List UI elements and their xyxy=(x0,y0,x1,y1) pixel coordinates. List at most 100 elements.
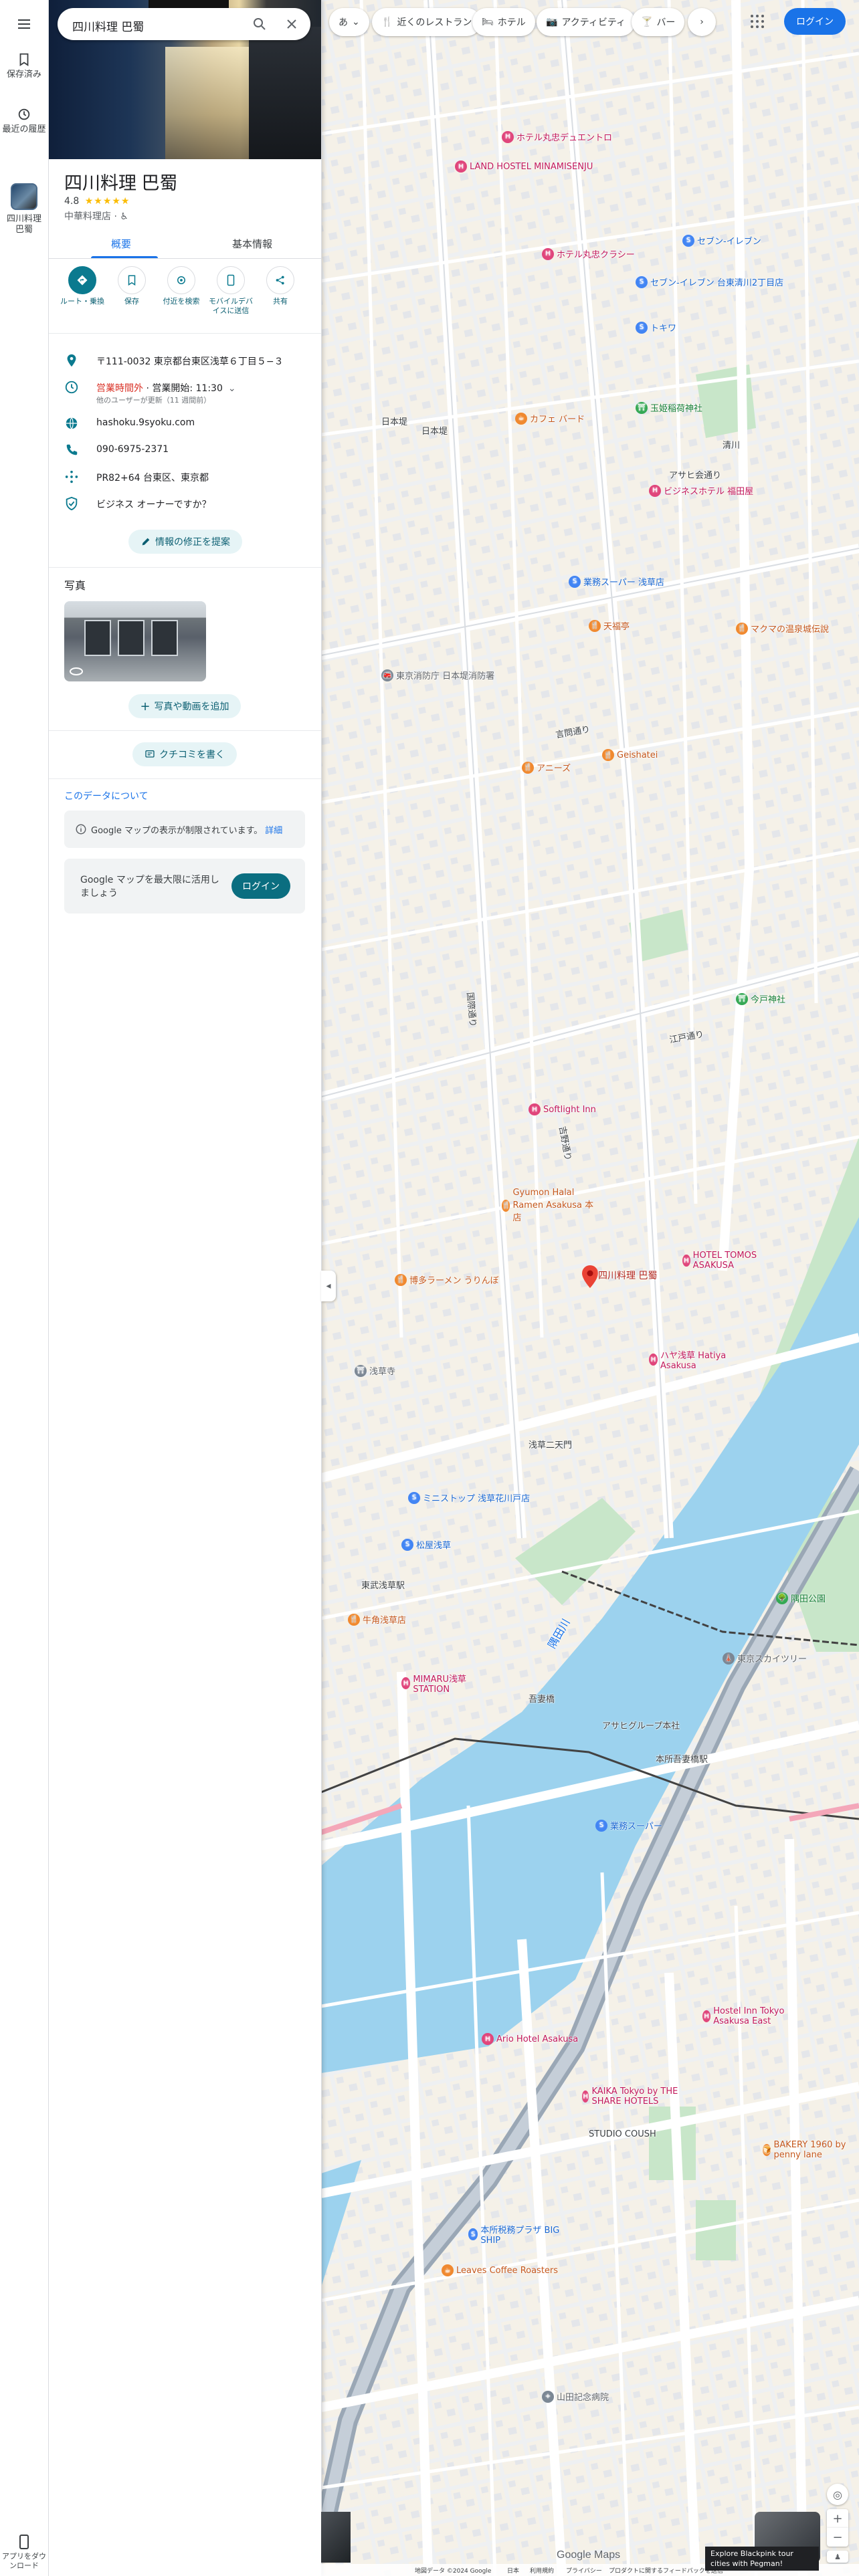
map-poi[interactable]: S 業務スーパー 浅草店 xyxy=(569,575,664,588)
map-poi[interactable]: S トキワ xyxy=(636,321,676,334)
about-data-link[interactable]: このデータについて xyxy=(64,789,149,802)
tab-overview[interactable]: 概要 xyxy=(111,237,131,251)
address-row[interactable]: 〒111-0032 東京都台東区浅草６丁目５−３ xyxy=(48,348,321,374)
map-poi[interactable]: 🍴 Gyumon Halal Ramen Asakusa 本店 xyxy=(502,1188,602,1223)
map-poi[interactable]: S 松屋浅草 xyxy=(401,1538,451,1551)
rating-stars[interactable]: ★★★★★ xyxy=(85,196,130,207)
chevron-down-icon: ⌄ xyxy=(352,17,360,27)
history-icon xyxy=(18,108,30,120)
save-button[interactable]: 保存 xyxy=(107,266,157,306)
selected-place-label[interactable]: 四川料理 巴蜀 xyxy=(598,1269,657,1282)
plus-code-row[interactable]: PR82+64 台東区、東京都 xyxy=(48,464,321,491)
map-poi[interactable]: H ビジネスホテル 福田屋 xyxy=(649,484,753,497)
map-poi[interactable]: S 業務スーパー xyxy=(595,1819,662,1832)
map-poi[interactable]: 🗼 東京スカイツリー xyxy=(723,1652,807,1665)
map-poi[interactable]: 🍴 アニーズ xyxy=(522,761,571,774)
apps-grid-icon[interactable] xyxy=(749,13,765,29)
map-poi[interactable]: 🍴 天福亭 xyxy=(589,619,630,632)
learn-more-link[interactable]: 詳細 xyxy=(265,826,282,836)
zoom-in-button[interactable]: + xyxy=(827,2509,848,2528)
map-poi[interactable]: S セブン-イレブン 台東清川2丁目店 xyxy=(636,276,783,288)
share-button[interactable]: 共有 xyxy=(256,266,305,306)
action-buttons: ルート・乗換 保存 付近を検索 モバイルデバイスに送信 共有 xyxy=(48,266,321,334)
divider xyxy=(48,567,321,568)
write-review-button[interactable]: クチコミを書く xyxy=(132,742,237,766)
layers-button[interactable] xyxy=(321,2512,351,2563)
map-poi[interactable]: H ホテル丸忠デュエントロ xyxy=(502,130,612,143)
map-poi[interactable]: + 山田記念病院 xyxy=(542,2390,609,2403)
map-poi[interactable]: H Hostel Inn Tokyo Asakusa East xyxy=(702,2006,803,2026)
current-place-button[interactable]: 四川料理 巴蜀 xyxy=(0,183,48,235)
hours-row[interactable]: 営業時間外 · 営業開始: 11:30 ⌄ 他のユーザーが更新（11 週間前） xyxy=(48,374,321,409)
map-poi[interactable]: S セブン-イレブン xyxy=(682,234,761,247)
map-poi[interactable]: H KAIKA Tokyo by THE SHARE HOTELS xyxy=(582,2086,682,2107)
map-poi[interactable]: 🍴 博多ラーメン うりんぼ xyxy=(395,1273,499,1286)
map-poi[interactable]: 🍴 牛角浅草店 xyxy=(348,1613,406,1626)
suggest-edit-button[interactable]: 情報の修正を提案 xyxy=(128,530,242,554)
chip-restaurants[interactable]: 🍴 近くのレストラン xyxy=(372,8,482,36)
chip-hotels[interactable]: 🛏 ホテル xyxy=(472,8,535,36)
map-poi[interactable]: H HOTEL TOMOS ASAKUSA xyxy=(682,1251,763,1271)
login-prompt: Google マップを最大限に活用しましょう xyxy=(80,875,219,899)
map-poi[interactable]: S 本所税務プラザ BIG SHIP xyxy=(468,2223,562,2246)
map-poi[interactable]: 🍞 BAKERY 1960 by penny lane xyxy=(763,2140,856,2160)
map-poi[interactable]: H LAND HOSTEL MINAMISENJU xyxy=(455,160,593,173)
collapse-panel-button[interactable]: ◂ xyxy=(321,1271,336,1301)
chip-bars[interactable]: 🍸 バー xyxy=(632,8,685,36)
recent-button[interactable]: 最近の履歴 xyxy=(0,107,48,135)
app-download-button[interactable]: アプリをダウンロード xyxy=(0,2535,48,2571)
map-poi[interactable]: H ホテル丸忠クラシー xyxy=(542,247,635,260)
search-icon[interactable] xyxy=(252,16,268,32)
chevron-down-icon[interactable]: ⌄ xyxy=(228,383,236,394)
chip-language[interactable]: あ ⌄ xyxy=(329,8,369,36)
phone-row[interactable]: 090-6975-2371 xyxy=(48,437,321,464)
website-row[interactable]: hashoku.9syoku.com xyxy=(48,411,321,437)
map-graphics xyxy=(321,0,859,2576)
top-login-button[interactable]: ログイン xyxy=(784,8,846,35)
add-photos-button[interactable]: + 写真や動画を追加 xyxy=(128,694,241,718)
map-poi[interactable]: H ハヤ浅草 Hatiya Asakusa xyxy=(649,1348,736,1371)
map-poi[interactable]: S ミニストップ 浅草花川戸店 xyxy=(408,1491,530,1504)
map-poi[interactable]: ☕ Leaves Coffee Roasters xyxy=(442,2264,558,2276)
map-poi[interactable]: 🍴 マクマの温泉城伝說 xyxy=(736,622,829,635)
globe-icon xyxy=(66,417,78,429)
map-poi[interactable]: ⛩ 玉姫稲荷神社 xyxy=(636,401,702,414)
chips-next-button[interactable]: › xyxy=(688,8,716,36)
search-input[interactable]: 四川料理 巴蜀 xyxy=(72,17,144,34)
selected-place-pin[interactable] xyxy=(582,1265,598,1288)
map-poi[interactable]: H MIMARU浅草 STATION xyxy=(401,1672,482,1695)
saved-label: 保存済み xyxy=(6,70,41,80)
nearby-button[interactable]: 付近を検索 xyxy=(157,266,206,306)
map-poi[interactable]: ⛩ 今戸神社 xyxy=(736,992,785,1005)
send-to-phone-button[interactable]: モバイルデバイスに送信 xyxy=(206,266,256,316)
search-box[interactable]: 四川料理 巴蜀 xyxy=(58,8,310,40)
terms-link[interactable]: 利用規約 xyxy=(530,2566,554,2575)
privacy-link[interactable]: プライバシー xyxy=(566,2566,602,2575)
map-poi[interactable]: ☕ カフェ バード xyxy=(515,412,585,425)
directions-button[interactable]: ルート・乗換 xyxy=(58,266,107,306)
category-label[interactable]: 中華料理店 · xyxy=(64,211,120,222)
map-poi[interactable]: 🌳 隅田公園 xyxy=(776,1592,826,1604)
divider xyxy=(48,778,321,779)
map-poi[interactable]: 🍴 Geishatei xyxy=(602,749,658,761)
pegman-button[interactable]: ♟ xyxy=(827,2551,848,2563)
panel-login-button[interactable]: ログイン xyxy=(231,873,290,899)
tab-info[interactable]: 基本情報 xyxy=(232,237,272,251)
map-poi[interactable]: H Ario Hotel Asakusa xyxy=(482,2033,578,2045)
photo-thumbnail[interactable] xyxy=(64,601,206,681)
map-canvas[interactable]: 言問通り 江戸通り 吉野通り 国際通り 日本堤 H ホテル丸忠デュエントロ H LA… xyxy=(321,0,859,2576)
my-location-button[interactable]: ◎ xyxy=(827,2484,848,2505)
zoom-out-button[interactable]: − xyxy=(827,2528,848,2547)
chip-activities[interactable]: 📷 アクティビティ xyxy=(537,8,636,36)
saved-button[interactable]: 保存済み xyxy=(0,52,48,80)
map-poi[interactable]: H Softlight Inn xyxy=(529,1103,596,1115)
menu-button[interactable] xyxy=(0,16,48,35)
map-poi[interactable]: 🚒 東京消防庁 日本堤消防署 xyxy=(381,669,494,681)
map-poi[interactable]: ⛩ 浅草寺 xyxy=(355,1364,395,1377)
nearby-icon xyxy=(177,276,185,284)
pegman-promo[interactable]: Explore Blackpink tour cities with Pegma… xyxy=(705,2547,819,2571)
close-icon[interactable] xyxy=(284,16,300,32)
hours-open: · 営業開始: 11:30 xyxy=(143,383,223,394)
country[interactable]: 日本 xyxy=(507,2566,519,2575)
owner-row[interactable]: ビジネス オーナーですか？ xyxy=(48,491,321,518)
